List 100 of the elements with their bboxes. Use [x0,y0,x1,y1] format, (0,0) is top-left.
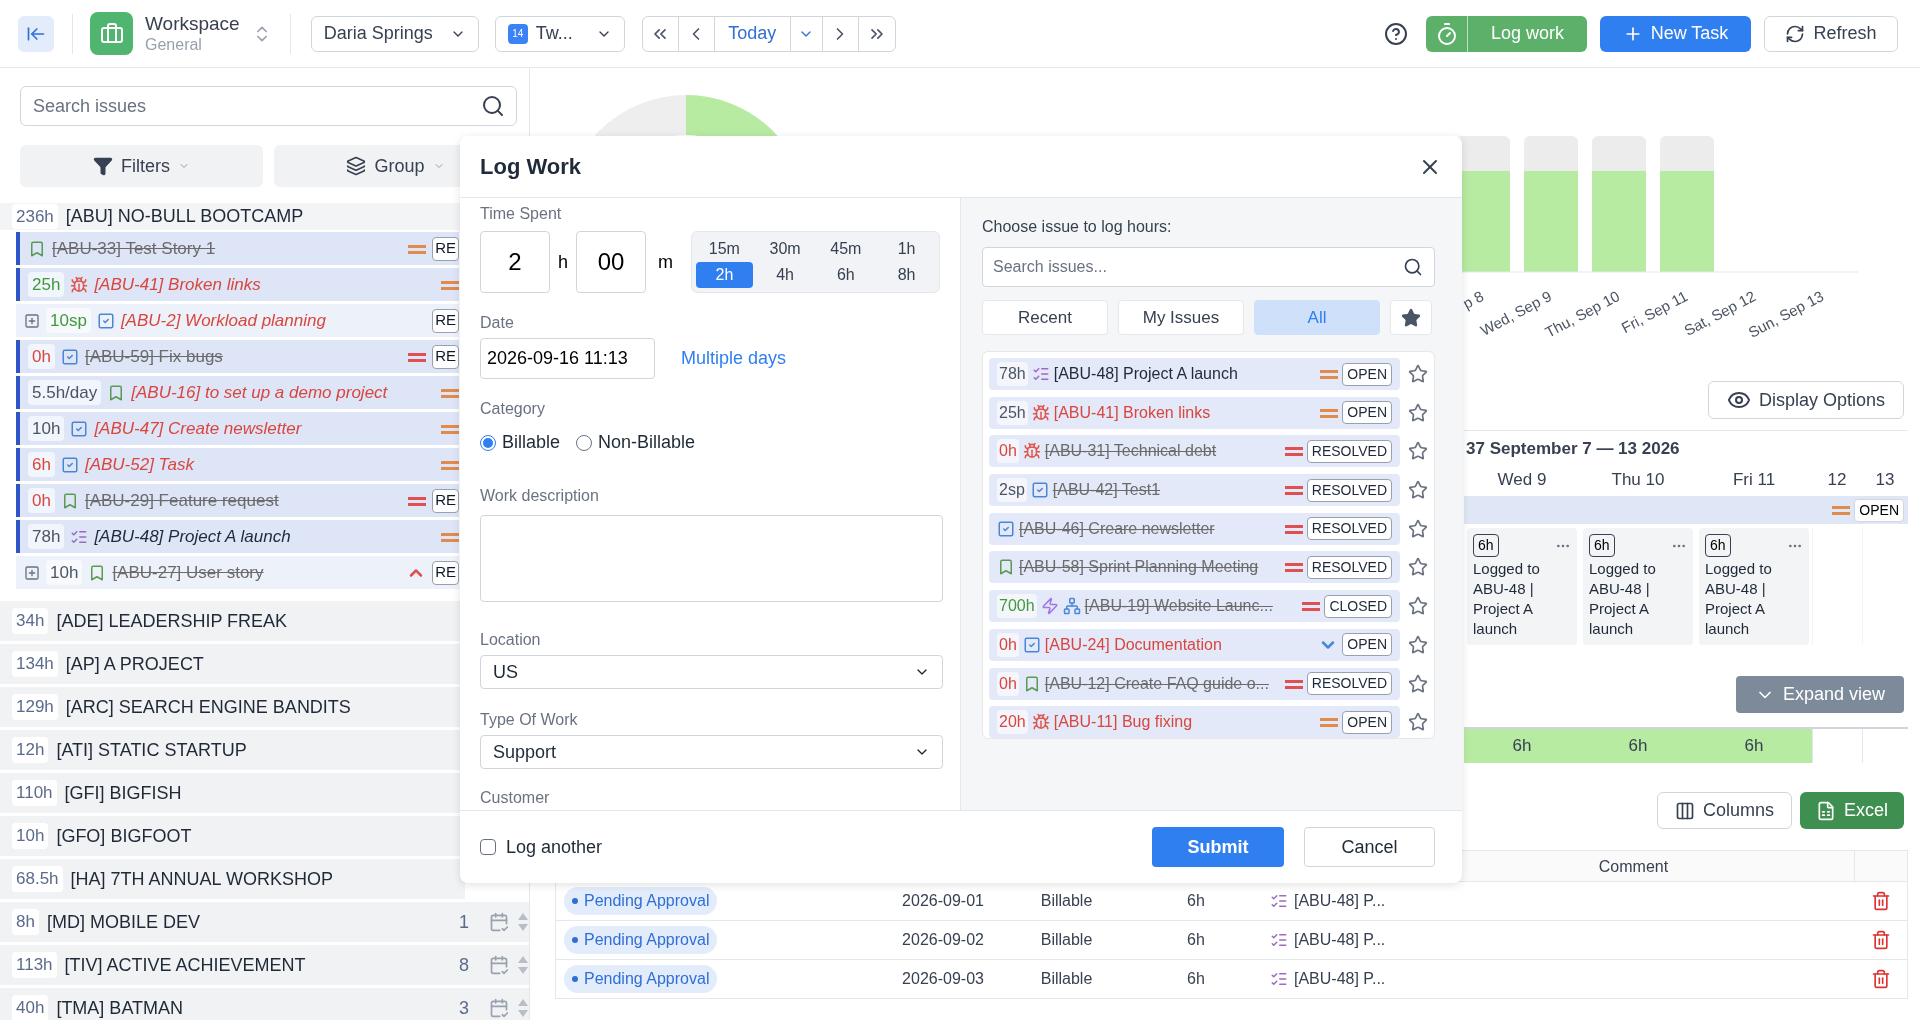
issue-row[interactable]: 0h [ABU-29] Feature request RE [16,484,459,517]
preset-button[interactable]: 1h [878,236,935,262]
issue-row[interactable]: 78h [ABU-48] Project A launch [16,520,459,553]
hours-badge: 12h [12,737,49,763]
log-card[interactable]: 6h Logged to ABU-48 | Project A launch [1583,528,1693,645]
issue-row[interactable]: 0h [ABU-24] Documentation OPEN [989,628,1400,661]
issue-row[interactable]: 5.5h/day [ABU-16] to set up a demo project [16,376,459,409]
preset-button[interactable]: 6h [817,262,875,288]
issue-row[interactable]: 0h [ABU-59] Fix bugs RE [16,340,459,373]
filters-button[interactable]: Filters [20,145,263,187]
filter-tab[interactable]: My Issues [1118,300,1244,335]
star-icon[interactable] [1408,441,1428,462]
search-icon[interactable] [481,94,505,118]
category-radio[interactable]: Billable [480,429,561,456]
hours-badge: 6h [1589,534,1615,557]
search-field[interactable]: Search issues [20,86,517,126]
issue-row[interactable]: [ABU-46] Creare newsletter RESOLVED [989,512,1400,545]
expand-box-icon[interactable] [24,312,40,329]
issue-row[interactable]: [ABU-33] Test Story 1 RE [16,232,459,265]
calendar-check-icon[interactable] [489,998,509,1018]
location-select[interactable]: US [480,655,943,689]
expand-box-icon[interactable] [24,564,40,581]
issue-cell[interactable]: [ABU-48] P... [1294,889,1386,913]
issue-row[interactable]: [ABU-58] Sprint Planning Meeting RESOLVED [989,551,1400,584]
issue-cell[interactable]: [ABU-48] P... [1294,967,1386,991]
issue-row[interactable]: 0h [ABU-12] Create FAQ guide o... RESOLVED [989,667,1400,700]
type-of-work-select[interactable]: Support [480,735,943,769]
user-dropdown[interactable]: Daria Springs [310,15,479,52]
minutes-input[interactable]: 00 [576,231,646,293]
project-row[interactable]: 68.5h [HA] 7TH ANNUAL WORKSHOP [0,859,465,899]
star-icon[interactable] [1408,712,1428,733]
status-pill: Pending Approval [564,926,718,954]
hours-input[interactable]: 2 [480,231,550,293]
description-field[interactable] [480,515,943,602]
issue-row[interactable]: 2sp [ABU-42] Test1 RESOLVED [989,474,1400,507]
hours-badge: 8h [12,909,39,935]
issue-row[interactable]: 10sp [ABU-2] Workload planning RE [16,304,459,337]
preset-button[interactable]: 4h [756,262,814,288]
issue-row[interactable]: 700h [ABU-19] Website Launc... CLOSED [989,590,1400,623]
star-icon[interactable] [1408,518,1428,539]
issue-row[interactable]: OPEN [1464,496,1908,524]
project-title: [TMA] BATMAN [56,996,184,1020]
issue-row[interactable]: 6h [ABU-52] Task [16,448,459,481]
trash-icon[interactable] [1870,891,1891,911]
cancel-button[interactable]: Cancel [1304,827,1435,867]
issue-search-field[interactable]: Search issues... [982,247,1435,287]
excel-button[interactable]: Excel [1800,792,1904,829]
search-icon[interactable] [1403,257,1423,277]
project-title: [HA] 7TH ANNUAL WORKSHOP [70,867,333,891]
calendar-check-icon[interactable] [489,912,509,932]
sidebar-toggle-button[interactable] [18,15,54,52]
preset-button[interactable]: 30m [756,236,814,262]
star-icon[interactable] [1408,402,1428,423]
favorites-button[interactable] [1390,300,1432,335]
new-task-button[interactable]: New Task [1600,15,1751,52]
star-icon[interactable] [1408,557,1428,578]
workspace-title[interactable]: Workspace [145,11,240,36]
category-radio[interactable]: Non-Billable [576,429,696,456]
display-options-button[interactable]: Display Options [1708,381,1904,419]
issue-row[interactable]: 10h [ABU-47] Create newsletter [16,412,459,445]
log-text: Logged to ABU-48 | Project A launch [1473,559,1541,639]
star-icon[interactable] [1408,596,1428,617]
period-dropdown[interactable]: 14 Tw... [494,15,625,52]
issue-cell[interactable]: [ABU-48] P... [1294,928,1386,952]
submit-button[interactable]: Submit [1152,827,1284,867]
columns-button[interactable]: Columns [1657,792,1792,829]
star-icon[interactable] [1408,364,1428,384]
expand-view-button[interactable]: Expand view [1736,676,1904,713]
log-card[interactable]: 6h Logged to ABU-48 | Project A launch [1699,528,1809,645]
calendar-check-icon[interactable] [489,955,509,975]
hierarchy-icon [1062,597,1081,616]
trash-icon[interactable] [1870,930,1891,950]
bug-icon [1031,403,1050,422]
trash-icon[interactable] [1870,969,1891,989]
preset-button[interactable]: 8h [878,262,935,288]
preset-button[interactable]: 45m [817,236,875,262]
hours-badge: 134h [12,651,58,677]
star-icon[interactable] [1408,634,1428,655]
project-row[interactable]: 40h [TMA] BATMAN 3 [0,988,529,1020]
log-card[interactable]: 6h Logged to ABU-48 | Project A launch [1467,528,1577,645]
help-icon[interactable] [1384,21,1408,46]
preset-button[interactable]: 15m [696,236,753,262]
issue-row[interactable]: 10h [ABU-27] User story RE [16,556,459,589]
star-icon[interactable] [1408,673,1428,694]
issue-row[interactable]: 0h [ABU-31] Technical debt RESOLVED [989,435,1400,468]
status-badge: OPEN [1342,710,1392,734]
issue-row[interactable]: 78h [ABU-48] Project A launch OPEN [989,358,1400,390]
date-input[interactable]: 2026-09-16 11:13 [480,338,655,379]
refresh-button[interactable]: Refresh [1764,15,1898,52]
star-icon[interactable] [1408,480,1428,501]
project-row[interactable]: 113h [TIV] ACTIVE ACHIEVEMENT 8 [0,945,529,985]
timer-button[interactable] [1426,15,1468,52]
log-another-checkbox[interactable]: Log another [480,833,603,861]
filter-tab[interactable]: Recent [982,300,1108,335]
issue-row[interactable]: 25h [ABU-41] Broken links OPEN [989,396,1400,429]
multiple-days-link[interactable]: Multiple days [681,345,787,372]
project-row[interactable]: 8h [MD] MOBILE DEV 1 [0,902,529,942]
issue-row[interactable]: 20h [ABU-11] Bug fixing OPEN [989,706,1400,739]
preset-button[interactable]: 2h [696,262,753,288]
issue-title: [ABU-29] Feature request [84,489,280,512]
